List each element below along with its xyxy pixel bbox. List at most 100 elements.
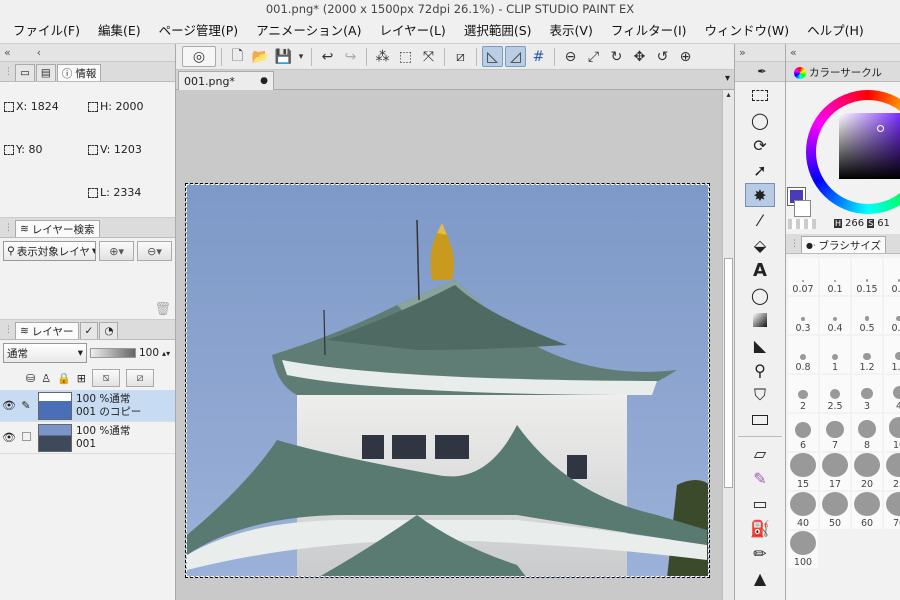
scroll-thumb[interactable] xyxy=(724,258,733,488)
menu-view[interactable]: 表示(V) xyxy=(541,18,602,44)
save-menu-button[interactable]: ▾ xyxy=(296,46,306,67)
tab-layer-property[interactable]: ✓ xyxy=(79,322,99,339)
color-circle[interactable]: H 266 S 61 xyxy=(786,82,900,234)
brush-size-preset[interactable]: 6 xyxy=(788,414,818,451)
zoom-in-button[interactable]: ⊕ xyxy=(675,46,696,67)
brush-size-preset[interactable]: 0.3 xyxy=(788,297,818,334)
zoom-out-button[interactable]: ⊖ xyxy=(560,46,581,67)
trash-icon[interactable]: 🗑 xyxy=(154,302,171,317)
transparent-swatch[interactable] xyxy=(788,219,816,229)
menu-layer[interactable]: レイヤー(L) xyxy=(370,18,454,44)
document-tab[interactable]: 001.png* ● xyxy=(178,71,274,90)
rotate-left-button[interactable]: ↺ xyxy=(652,46,673,67)
tab-brush-size[interactable]: ●· ブラシサイズ xyxy=(801,236,887,253)
brush-size-preset[interactable]: 8 xyxy=(852,414,882,451)
menu-selection[interactable]: 選択範囲(S) xyxy=(455,18,541,44)
lock-layer-icon[interactable]: 🔒 xyxy=(57,372,71,385)
menu-help[interactable]: ヘルプ(H) xyxy=(798,18,873,44)
grip-icon[interactable]: ⋮ xyxy=(4,67,14,77)
fill-tool[interactable]: ⛉ xyxy=(745,383,775,407)
save-button[interactable]: 💾 xyxy=(273,46,294,67)
brush-size-preset[interactable]: 0.6 xyxy=(884,297,900,334)
menu-page[interactable]: ページ管理(P) xyxy=(150,18,248,44)
brush-size-preset[interactable]: 0.5 xyxy=(852,297,882,334)
canvas-image[interactable] xyxy=(185,183,710,578)
brush-size-preset[interactable]: 2 xyxy=(788,375,818,412)
tab-history[interactable]: ◔ xyxy=(99,322,119,339)
brush-size-preset[interactable]: 10 xyxy=(884,414,900,451)
menu-file[interactable]: ファイル(F) xyxy=(4,18,89,44)
figure-tool[interactable] xyxy=(745,408,775,432)
mask-button[interactable]: ⧅ xyxy=(92,369,121,387)
brush-size-preset[interactable]: 0.2 xyxy=(884,258,900,295)
marquee-tool[interactable] xyxy=(745,83,775,107)
brush-size-preset[interactable]: 1 xyxy=(820,336,850,373)
redo-button[interactable]: ↪ xyxy=(340,46,361,67)
brush-size-preset[interactable]: 20 xyxy=(852,453,882,490)
layer-checkbox[interactable] xyxy=(18,431,34,444)
auto-select-tool[interactable]: ✸ xyxy=(745,183,775,207)
grip-icon[interactable]: ⋮ xyxy=(4,325,14,335)
scroll-up-icon[interactable]: ▴ xyxy=(723,90,734,99)
double-chevron-left-icon[interactable]: « xyxy=(4,46,11,59)
opacity-stepper-icon[interactable]: ▴▾ xyxy=(162,349,170,358)
hue-value[interactable]: 266 xyxy=(845,218,864,229)
brush-size-preset[interactable]: 3 xyxy=(852,375,882,412)
reference-layer-icon[interactable]: ♙ xyxy=(41,372,51,385)
tab-subview[interactable]: ▤ xyxy=(35,64,56,81)
double-chevron-right-icon[interactable]: » xyxy=(739,46,746,59)
rotate-button[interactable]: ↻ xyxy=(606,46,627,67)
tab-color-circle[interactable]: カラーサークル xyxy=(790,64,886,81)
menu-window[interactable]: ウィンドウ(W) xyxy=(696,18,799,44)
fit-button[interactable]: ⤢ xyxy=(583,46,604,67)
modified-dot-icon[interactable]: ● xyxy=(260,76,268,86)
layer-search-filter-dropdown[interactable]: ⚲ 表示対象レイヤ ▾ xyxy=(3,241,97,261)
brush-size-preset[interactable]: 17 xyxy=(820,453,850,490)
eye-icon[interactable]: 👁 xyxy=(0,431,18,444)
chevron-left-icon[interactable]: ‹ xyxy=(37,46,41,59)
brush-size-preset[interactable]: 60 xyxy=(852,492,882,529)
tab-layer-search[interactable]: ≋ レイヤー検索 xyxy=(15,220,100,237)
opacity-slider[interactable] xyxy=(90,348,136,358)
transform-button[interactable]: ⬚ xyxy=(395,46,416,67)
open-button[interactable]: 📂 xyxy=(250,46,271,67)
layer-row[interactable]: 👁 ✎ 100 %通常 001 のコピー xyxy=(0,390,175,422)
lock-transparency-icon[interactable]: ⊞ xyxy=(77,372,86,385)
snap-to-grid-button[interactable]: # xyxy=(528,46,549,67)
pencil-sub-tool[interactable]: ✏ xyxy=(745,541,775,565)
tab-layer[interactable]: ≋ レイヤー xyxy=(15,322,79,339)
blend-mode-dropdown[interactable]: 通常 ▾ xyxy=(3,343,87,363)
brush-size-preset[interactable]: 0.07 xyxy=(788,258,818,295)
grip-icon[interactable]: ⋮ xyxy=(790,239,800,249)
brush-size-preset[interactable]: 0.1 xyxy=(820,258,850,295)
blend-clip-icon[interactable]: ⛁ xyxy=(26,372,35,385)
clear-button[interactable]: ⁂ xyxy=(372,46,393,67)
brush-size-preset[interactable]: 70 xyxy=(884,492,900,529)
ruler-button[interactable]: ⧄ xyxy=(126,369,155,387)
snap-to-ruler-button[interactable]: ◺ xyxy=(482,46,503,67)
balloon-tool[interactable]: ◯ xyxy=(745,283,775,307)
opacity-value[interactable]: 100 xyxy=(139,347,159,359)
operation-tool[interactable]: ⬙ xyxy=(745,233,775,257)
decoration-sub-tool[interactable]: ▲ xyxy=(745,566,775,590)
menu-edit[interactable]: 編集(E) xyxy=(89,18,150,44)
tab-navigator[interactable]: ▭ xyxy=(15,64,35,81)
brush-size-preset[interactable]: 1.2 xyxy=(852,336,882,373)
brush-size-preset[interactable]: 7 xyxy=(820,414,850,451)
brush-sub-tool[interactable]: ▭ xyxy=(745,491,775,515)
tab-info[interactable]: ⓘ 情報 xyxy=(56,64,102,81)
chevron-down-icon[interactable]: ▾ xyxy=(725,73,730,84)
layer-row[interactable]: 👁 100 %通常 001 xyxy=(0,422,175,454)
rotate-view-tool[interactable]: ⟳ xyxy=(745,133,775,157)
new-file-button[interactable]: 🗋 xyxy=(227,46,248,67)
brush-size-preset[interactable]: 1.5 xyxy=(884,336,900,373)
move-view-button[interactable]: ✥ xyxy=(629,46,650,67)
deselect-button[interactable]: ⧄ xyxy=(450,46,471,67)
vertical-scrollbar[interactable]: ▴ xyxy=(722,90,734,600)
lasso-tool[interactable]: ◯ xyxy=(745,108,775,132)
brush-size-preset[interactable]: 0.4 xyxy=(820,297,850,334)
zoom-tool[interactable]: ⚲ xyxy=(745,358,775,382)
brush-size-preset[interactable]: 25 xyxy=(884,453,900,490)
brush-size-preset[interactable]: 50 xyxy=(820,492,850,529)
grip-icon[interactable]: ⋮ xyxy=(4,223,14,233)
